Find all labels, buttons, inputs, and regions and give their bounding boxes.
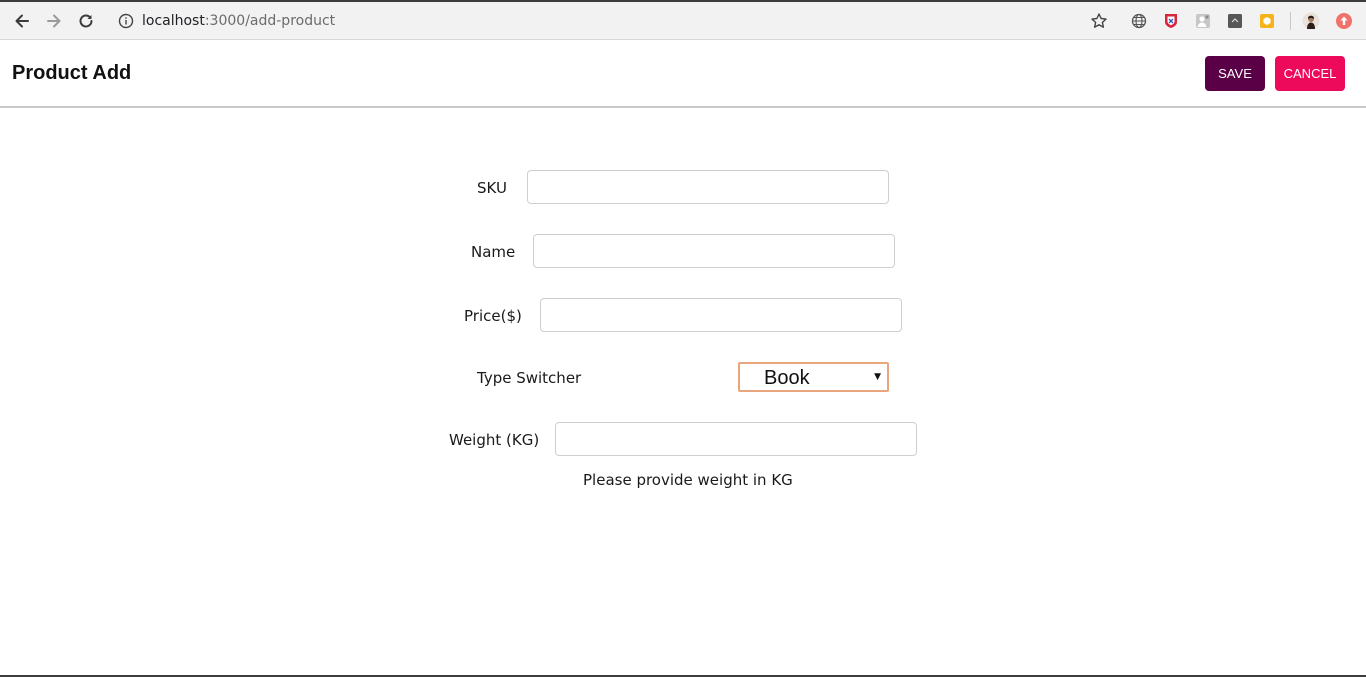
save-button[interactable]: SAVE bbox=[1205, 56, 1265, 91]
sku-input[interactable] bbox=[527, 170, 889, 204]
browser-toolbar: localhost:3000/add-product bbox=[0, 2, 1366, 40]
dark-extension-icon[interactable] bbox=[1226, 12, 1244, 30]
sku-label: SKU bbox=[477, 179, 507, 197]
weight-input[interactable] bbox=[555, 422, 917, 456]
app-header: Product Add SAVE CANCEL bbox=[0, 40, 1366, 108]
star-icon[interactable] bbox=[1090, 12, 1108, 30]
profile-avatar[interactable] bbox=[1302, 12, 1320, 30]
name-label: Name bbox=[471, 243, 516, 261]
yellow-extension-icon[interactable] bbox=[1258, 12, 1276, 30]
name-input[interactable] bbox=[533, 234, 895, 268]
shield-extension-icon[interactable] bbox=[1162, 12, 1180, 30]
weight-label: Weight (KG) bbox=[449, 431, 540, 449]
reload-icon[interactable] bbox=[72, 7, 100, 35]
type-switcher-selected-value: Book bbox=[764, 367, 810, 389]
toolbar-separator bbox=[1290, 12, 1291, 30]
user-extension-icon[interactable] bbox=[1194, 12, 1212, 30]
url-text: localhost:3000/add-product bbox=[142, 13, 336, 29]
update-icon[interactable] bbox=[1335, 12, 1353, 30]
forward-arrow-icon[interactable] bbox=[40, 7, 68, 35]
type-switcher-select[interactable]: Book ▼ bbox=[738, 362, 889, 392]
info-icon[interactable] bbox=[118, 13, 134, 29]
price-input[interactable] bbox=[540, 298, 902, 332]
price-label: Price($) bbox=[464, 307, 522, 325]
globe-extension-icon[interactable] bbox=[1130, 12, 1148, 30]
address-bar[interactable]: localhost:3000/add-product bbox=[112, 6, 1082, 36]
page-title: Product Add bbox=[12, 62, 132, 84]
cancel-button[interactable]: CANCEL bbox=[1275, 56, 1345, 91]
chevron-down-icon: ▼ bbox=[874, 372, 881, 382]
back-arrow-icon[interactable] bbox=[8, 7, 36, 35]
weight-helper-text: Please provide weight in KG bbox=[583, 471, 793, 489]
type-switcher-label: Type Switcher bbox=[477, 369, 582, 387]
